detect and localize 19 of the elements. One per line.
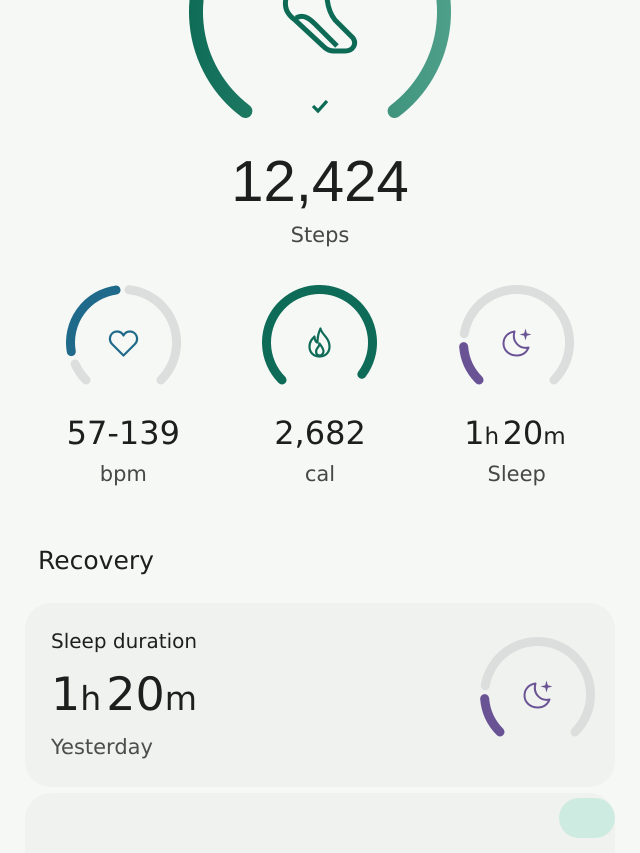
metric-label: cal xyxy=(304,462,336,486)
metric-value: 57-139 xyxy=(66,414,180,452)
metric-value: 1 h 20m xyxy=(464,414,567,452)
metric-value: 2,682 xyxy=(274,414,366,452)
steps-count: 12,424 xyxy=(231,153,409,211)
moon-icon xyxy=(502,328,532,356)
heart-icon xyxy=(108,330,138,357)
section-title: Recovery xyxy=(38,546,154,575)
card-subtitle: Yesterday xyxy=(51,735,154,759)
steps-label: Steps xyxy=(290,223,350,247)
metric-label: bpm xyxy=(100,462,147,486)
metric-label: Sleep xyxy=(487,462,546,486)
card-title: Sleep duration xyxy=(51,629,198,653)
shoe-icon xyxy=(282,0,358,54)
flame-icon xyxy=(308,327,332,358)
card-value: 1 h 20m xyxy=(51,667,198,721)
status-pill xyxy=(559,798,615,838)
moon-icon xyxy=(524,680,552,708)
sleep-card[interactable]: Sleep duration 1 h 20m Yesterday xyxy=(25,603,615,787)
